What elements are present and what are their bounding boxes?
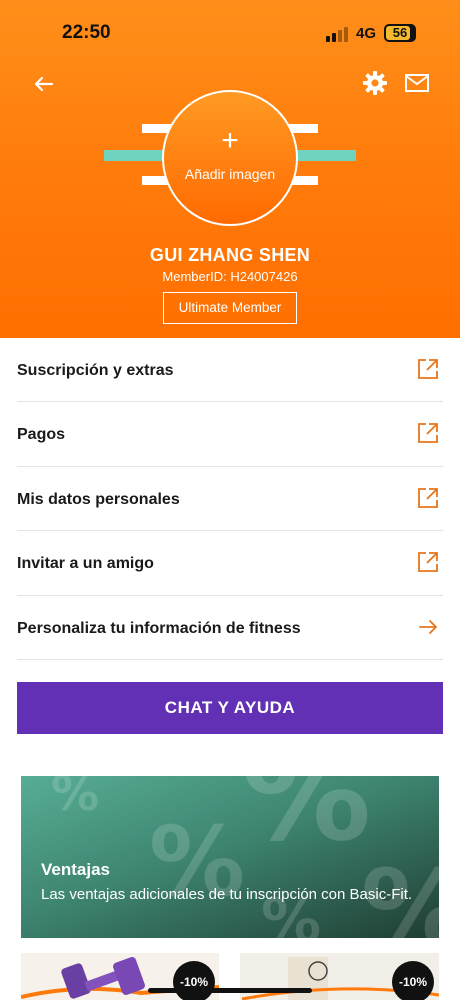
menu-item-label: Pagos: [17, 426, 66, 444]
menu-item-label: Mis datos personales: [17, 490, 180, 508]
menu-item-subscription[interactable]: Suscripción y extras: [17, 338, 443, 403]
menu-item-personal-data[interactable]: Mis datos personales: [17, 467, 443, 532]
external-link-icon: [417, 551, 439, 573]
chat-help-button[interactable]: CHAT Y AYUDA: [17, 682, 443, 734]
arrow-right-icon: [417, 616, 439, 638]
external-link-icon: [417, 422, 439, 444]
home-indicator[interactable]: [148, 988, 312, 993]
mail-icon[interactable]: [404, 72, 430, 94]
battery-icon: 56: [384, 24, 416, 42]
percent-decoration: %: [51, 776, 100, 822]
back-arrow-icon[interactable]: [30, 70, 58, 98]
percent-decoration: %: [241, 776, 372, 870]
member-name: GUI ZHANG SHEN: [149, 245, 311, 265]
gear-icon[interactable]: [362, 70, 388, 96]
discount-badge: -10%: [392, 961, 434, 1000]
menu-item-label: Suscripción y extras: [17, 362, 174, 379]
signal-icon: [326, 26, 350, 42]
profile-screen: 22:50 4G 56 + Añadir imagen GUI ZHANG SH…: [0, 0, 460, 1000]
status-time: 22:50: [62, 22, 111, 43]
membership-badge: Ultimate Member: [163, 292, 297, 324]
menu-item-payments[interactable]: Pagos: [17, 402, 443, 467]
profile-menu: Suscripción y extras Pagos Mis datos per…: [17, 338, 443, 660]
menu-item-label: Personaliza tu información de fitness: [17, 619, 301, 637]
avatar-upload[interactable]: + Añadir imagen: [162, 90, 298, 226]
status-bar: 22:50 4G 56: [0, 0, 460, 60]
external-link-icon: [417, 358, 439, 380]
benefits-card[interactable]: % % % % % Ventajas Las ventajas adiciona…: [21, 776, 439, 938]
add-image-label: Añadir imagen: [184, 166, 276, 182]
network-type: 4G: [356, 25, 377, 42]
external-link-icon: [417, 487, 439, 509]
battery-level: 56: [392, 25, 408, 40]
menu-item-label: Invitar a un amigo: [17, 555, 154, 573]
benefits-description: Las ventajas adicionales de tu inscripci…: [41, 886, 413, 903]
member-id: MemberID: H24007426: [162, 269, 298, 284]
plus-icon: +: [221, 124, 239, 157]
benefits-title: Ventajas: [41, 860, 110, 879]
menu-item-invite-friend[interactable]: Invitar a un amigo: [17, 531, 443, 596]
profile-header: 22:50 4G 56 + Añadir imagen GUI ZHANG SH…: [0, 0, 460, 338]
menu-item-fitness-info[interactable]: Personaliza tu información de fitness: [17, 596, 443, 660]
discount-badge: -10%: [173, 961, 215, 1000]
